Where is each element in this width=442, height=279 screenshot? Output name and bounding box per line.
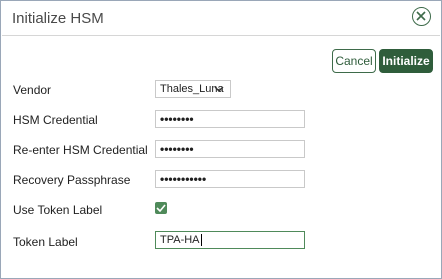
- reenter-hsm-credential-label: Re-enter HSM Credential: [13, 143, 148, 157]
- recovery-passphrase-label: Recovery Passphrase: [13, 173, 131, 187]
- token-label-input[interactable]: TPA-HA: [155, 231, 305, 249]
- hsm-credential-field[interactable]: ••••••••: [155, 110, 305, 128]
- recovery-passphrase-masked: •••••••••••: [160, 172, 207, 186]
- header-divider: [2, 35, 440, 36]
- close-icon: [416, 11, 426, 21]
- vendor-label: Vendor: [13, 83, 52, 97]
- token-label-value: TPA-HA: [160, 234, 200, 246]
- cancel-button[interactable]: Cancel: [332, 49, 376, 73]
- checkmark-icon: [156, 204, 166, 212]
- use-token-label-checkbox[interactable]: [155, 202, 167, 214]
- dialog-title: Initialize HSM: [12, 10, 104, 27]
- reenter-hsm-credential-masked: ••••••••: [160, 142, 194, 156]
- hsm-credential-label: HSM Credential: [13, 113, 98, 127]
- initialize-hsm-dialog: Initialize HSM Cancel Initialize Vendor …: [0, 0, 442, 279]
- chevron-down-icon: [214, 86, 224, 92]
- close-button[interactable]: [412, 7, 431, 26]
- use-token-label-label: Use Token Label: [13, 203, 103, 217]
- vendor-select[interactable]: Thales_Luna: [155, 80, 231, 98]
- reenter-hsm-credential-field[interactable]: ••••••••: [155, 140, 305, 158]
- recovery-passphrase-field[interactable]: •••••••••••: [155, 170, 305, 188]
- text-caret: [200, 234, 202, 246]
- hsm-credential-masked: ••••••••: [160, 112, 194, 126]
- initialize-button[interactable]: Initialize: [379, 49, 433, 73]
- token-label-label: Token Label: [13, 235, 78, 249]
